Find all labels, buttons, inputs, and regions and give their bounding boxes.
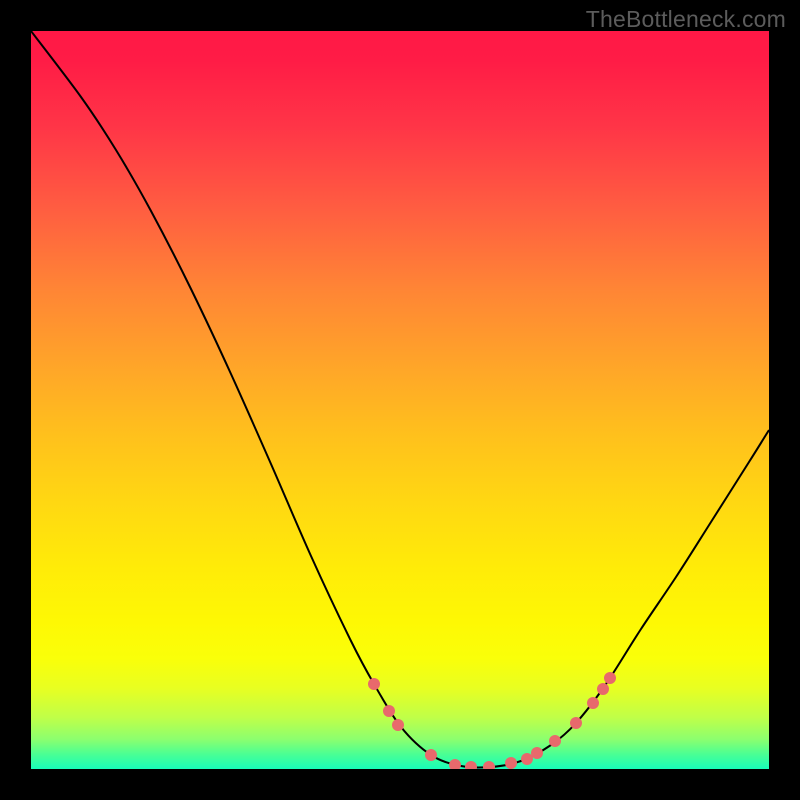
plot-area xyxy=(31,31,769,769)
data-marker xyxy=(392,719,404,731)
watermark-text: TheBottleneck.com xyxy=(586,6,786,33)
data-marker xyxy=(604,672,616,684)
data-marker xyxy=(531,747,543,759)
data-marker xyxy=(549,735,561,747)
data-marker xyxy=(383,705,395,717)
chart-wrapper: TheBottleneck.com xyxy=(0,0,800,800)
data-marker xyxy=(505,757,517,769)
data-marker xyxy=(587,697,599,709)
chart-svg xyxy=(31,31,769,769)
data-marker xyxy=(368,678,380,690)
data-marker xyxy=(483,761,495,769)
data-marker xyxy=(521,753,533,765)
data-marker xyxy=(465,761,477,769)
data-marker xyxy=(570,717,582,729)
data-marker xyxy=(449,759,461,769)
data-markers xyxy=(368,672,616,769)
bottleneck-curve xyxy=(31,31,769,768)
data-marker xyxy=(597,683,609,695)
data-marker xyxy=(425,749,437,761)
